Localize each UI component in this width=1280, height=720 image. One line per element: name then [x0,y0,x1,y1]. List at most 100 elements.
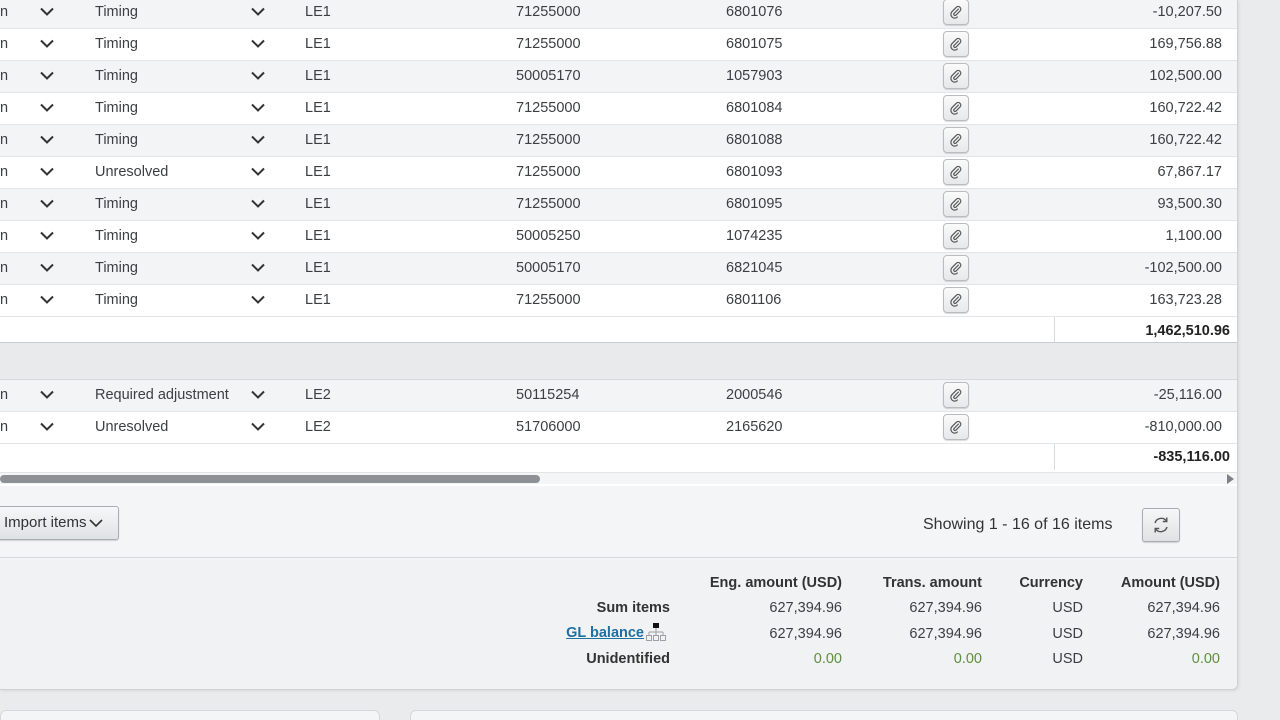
sum-items-label: Sum items [596,600,670,616]
chevron-down-icon[interactable] [36,61,58,92]
document-number: 1057903 [726,68,783,84]
chevron-down-icon[interactable] [36,125,58,156]
unidentified-label: Unidentified [586,651,670,667]
table-row[interactable]: n Unresolved LE2 51706000 2165620 -810,000.00 [0,412,1237,444]
group-header-band [0,342,1237,380]
refresh-button[interactable] [1142,508,1180,542]
reconciliation-type[interactable]: Timing [95,61,138,92]
chevron-down-icon[interactable] [247,189,269,220]
chevron-down-icon[interactable] [247,157,269,188]
reconciliation-type[interactable]: Timing [95,93,138,124]
legal-entity: LE1 [305,4,331,20]
reconciliation-type[interactable]: Timing [95,253,138,284]
table-row[interactable]: n Timing LE1 71255000 6801075 169,756.88 [0,29,1237,61]
chevron-down-icon[interactable] [247,29,269,60]
attachment-button[interactable] [943,159,969,185]
attachment-button[interactable] [943,0,969,25]
chevron-down-icon[interactable] [247,125,269,156]
chevron-down-icon[interactable] [247,61,269,92]
chevron-down-icon[interactable] [247,221,269,252]
chevron-down-icon[interactable] [247,285,269,316]
reconciliation-type[interactable]: Timing [95,29,138,60]
table-row[interactable]: n Timing LE1 71255000 6801084 160,722.42 [0,93,1237,125]
refresh-icon [1154,517,1168,533]
table-row[interactable]: n Timing LE1 71255000 6801106 163,723.28 [0,285,1237,317]
table-row[interactable]: n Timing LE1 71255000 6801095 93,500.30 [0,189,1237,221]
legal-entity: LE1 [305,132,331,148]
chevron-down-icon[interactable] [36,412,58,443]
chevron-down-icon[interactable] [36,29,58,60]
account-number: 71255000 [516,36,581,52]
account-number: 50005170 [516,68,581,84]
horizontal-scrollbar[interactable] [0,472,1237,484]
chevron-down-icon[interactable] [36,285,58,316]
reconciliation-type[interactable]: Required adjustment [95,380,229,411]
attachment-button[interactable] [943,95,969,121]
chevron-down-icon[interactable] [247,253,269,284]
paperclip-icon [949,133,963,147]
gl-balance-link[interactable]: GL balance [566,625,644,641]
attachment-button[interactable] [943,382,969,408]
amount-cell: -10,207.50 [1152,4,1222,20]
account-number: 71255000 [516,292,581,308]
table-row[interactable]: n Unresolved LE1 71255000 6801093 67,867.17 [0,157,1237,189]
attachment-button[interactable] [943,255,969,281]
chevron-down-icon[interactable] [247,412,269,443]
document-number: 6801095 [726,196,783,212]
scrollbar-thumb[interactable] [0,475,540,483]
header-trans-amount: Trans. amount [882,575,982,591]
unidentified-eng: 0.00 [813,651,842,667]
attachment-button[interactable] [943,127,969,153]
gl-balance-amount: 627,394.96 [1147,626,1220,642]
table-row[interactable]: n Timing LE1 71255000 6801076 -10,207.50 [0,0,1237,29]
scroll-right-arrow-icon[interactable] [1227,474,1234,484]
gl-balance-eng: 627,394.96 [769,626,842,642]
import-items-button[interactable]: Import items [0,506,119,540]
reconciliation-type[interactable]: Timing [95,0,138,28]
table-row[interactable]: n Timing LE1 50005170 6821045 -102,500.00 [0,253,1237,285]
table-row[interactable]: n Timing LE1 50005250 1074235 1,100.00 [0,221,1237,253]
hierarchy-icon[interactable] [646,623,666,643]
chevron-down-icon[interactable] [36,157,58,188]
amount-cell: 160,722.42 [1149,132,1222,148]
truncated-cell: n [0,228,9,244]
document-number: 6801106 [726,292,782,308]
sum-items-eng: 627,394.96 [769,600,842,616]
legal-entity: LE1 [305,36,331,52]
column-divider [1054,444,1055,470]
reconciliation-type[interactable]: Timing [95,221,138,252]
attachment-button[interactable] [943,191,969,217]
table-row[interactable]: n Timing LE1 71255000 6801088 160,722.42 [0,125,1237,157]
truncated-cell: n [0,260,9,276]
chevron-down-icon[interactable] [36,221,58,252]
chevron-down-icon[interactable] [247,93,269,124]
chevron-down-icon[interactable] [36,93,58,124]
attachment-button[interactable] [943,63,969,89]
table-row[interactable]: n Required adjustment LE2 50115254 2000546 -2… [0,380,1237,412]
attachment-button[interactable] [943,223,969,249]
amount-cell: -25,116.00 [1153,387,1222,403]
chevron-down-icon[interactable] [247,380,269,411]
chevron-down-icon[interactable] [36,0,58,28]
chevron-down-icon[interactable] [247,0,269,28]
attachment-button[interactable] [943,414,969,440]
summary-section: Eng. amount (USD) Trans. amount Currency… [0,560,1237,689]
attachment-button[interactable] [943,287,969,313]
reconciliation-type[interactable]: Timing [95,189,138,220]
pagination-status: Showing 1 - 16 of 16 items [923,516,1113,533]
reconciliation-type[interactable]: Unresolved [95,157,168,188]
reconciliation-type[interactable]: Timing [95,125,138,156]
table-row[interactable]: n Timing LE1 50005170 1057903 102,500.00 [0,61,1237,93]
reconciliation-type[interactable]: Unresolved [95,412,168,443]
sum-items-amount: 627,394.96 [1147,600,1220,616]
gl-balance-trans: 627,394.96 [909,626,982,642]
chevron-down-icon[interactable] [36,380,58,411]
reconciliation-type[interactable]: Timing [95,285,138,316]
attachment-button[interactable] [943,31,969,57]
header-eng-amount: Eng. amount (USD) [709,575,842,591]
chevron-down-icon[interactable] [36,253,58,284]
import-items-label: Import items [4,514,87,531]
amount-cell: 1,100.00 [1165,228,1222,244]
grid-toolbar: Import items Showing 1 - 16 of 16 items [0,486,1237,558]
chevron-down-icon[interactable] [36,189,58,220]
